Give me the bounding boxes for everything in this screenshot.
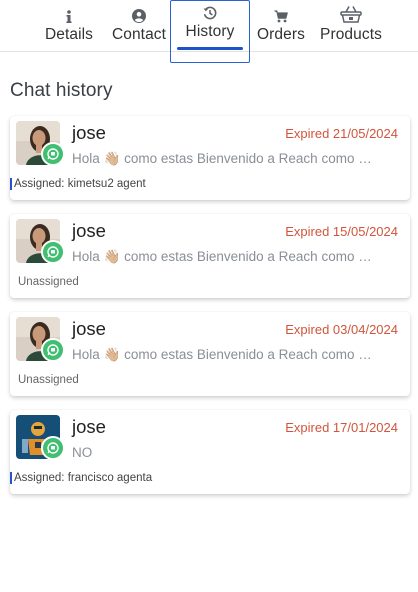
- tab-orders[interactable]: Orders: [252, 0, 310, 52]
- user-icon: [132, 0, 146, 24]
- tab-label: Orders: [257, 26, 305, 43]
- contact-name: jose: [72, 318, 106, 339]
- chat-history-item[interactable]: jose Expired 15/05/2024 Hola 👋🏼 como est…: [10, 214, 410, 298]
- last-message: NO: [72, 445, 93, 460]
- whatsapp-icon: [41, 436, 65, 460]
- tab-details[interactable]: Details: [38, 0, 100, 52]
- assignment-label: Assigned: kimetsu2 agent: [10, 178, 146, 190]
- assignment-label: Unassigned: [18, 276, 79, 288]
- chat-status: Expired 03/04/2024: [285, 322, 398, 337]
- chat-status: Expired 17/01/2024: [285, 420, 398, 435]
- last-message: Hola 👋🏼 como estas Bienvenido a Reach co…: [72, 347, 372, 362]
- chat-status: Expired 15/05/2024: [285, 224, 398, 239]
- chat-history-item[interactable]: jose Expired 17/01/2024 NO Assigned: fra…: [10, 410, 410, 494]
- contact-name: jose: [72, 416, 106, 437]
- contact-name: jose: [72, 220, 106, 241]
- chat-history-item[interactable]: jose Expired 03/04/2024 Hola 👋🏼 como est…: [10, 312, 410, 396]
- tab-bar: Details Contact History Orders Products: [0, 0, 418, 63]
- tab-products[interactable]: Products: [318, 0, 384, 52]
- assignment-label: Assigned: francisco agenta: [10, 472, 152, 484]
- whatsapp-icon: [41, 240, 65, 264]
- last-message: Hola 👋🏼 como estas Bienvenido a Reach co…: [72, 151, 372, 166]
- chat-status: Expired 21/05/2024: [285, 126, 398, 141]
- info-icon: [65, 0, 73, 24]
- assignment-label: Unassigned: [18, 374, 79, 386]
- tab-history[interactable]: History: [170, 0, 250, 63]
- history-icon: [203, 1, 217, 21]
- chat-history-item[interactable]: jose Expired 21/05/2024 Hola 👋🏼 como est…: [10, 116, 410, 200]
- tab-label: Contact: [111, 26, 167, 43]
- tab-label: Details: [44, 26, 94, 43]
- last-message: Hola 👋🏼 como estas Bienvenido a Reach co…: [72, 249, 372, 264]
- tab-label: Products: [320, 26, 382, 43]
- section-title: Chat history: [10, 80, 113, 101]
- tab-label: History: [185, 23, 235, 40]
- cart-icon: [274, 0, 288, 24]
- tab-contact[interactable]: Contact: [108, 0, 170, 52]
- active-tab-indicator: [177, 47, 243, 50]
- contact-name: jose: [72, 122, 106, 143]
- whatsapp-icon: [41, 142, 65, 166]
- basket-icon: [340, 0, 362, 24]
- whatsapp-icon: [41, 338, 65, 362]
